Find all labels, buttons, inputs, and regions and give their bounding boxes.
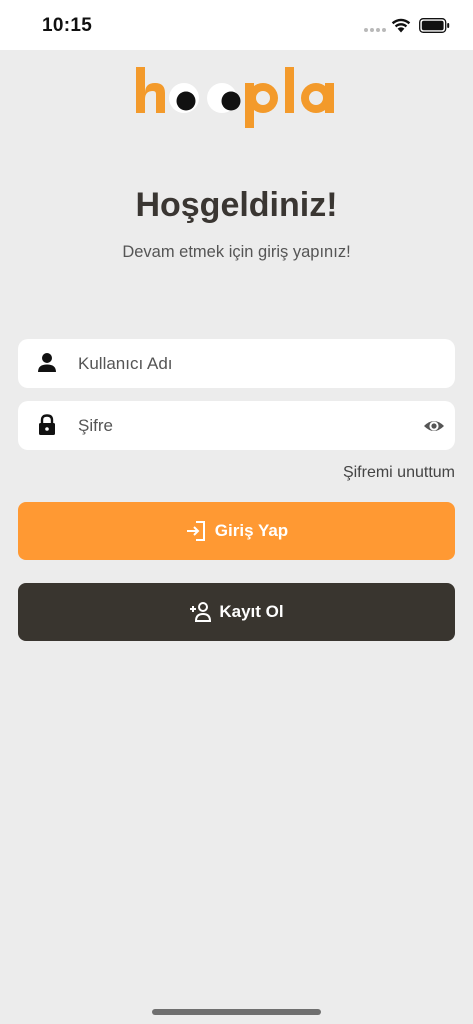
hoopla-logo: hoopla: [136, 67, 334, 128]
register-button-label: Kayıt Ol: [219, 602, 284, 621]
register-button[interactable]: Kayıt Ol: [18, 583, 455, 641]
forgot-password-link[interactable]: Şifremi unuttum: [343, 464, 455, 482]
battery-icon: [419, 18, 450, 33]
status-time: 10:15: [42, 15, 93, 36]
lock-icon: [39, 414, 55, 435]
password-input[interactable]: [78, 401, 418, 450]
welcome-subtitle: Devam etmek için giriş yapınız!: [122, 243, 351, 261]
username-input[interactable]: [78, 339, 418, 388]
cellular-signal-icon: [364, 28, 386, 32]
home-indicator: [152, 1009, 321, 1015]
login-button-label: Giriş Yap: [214, 521, 289, 540]
username-field[interactable]: [18, 339, 455, 388]
add-user-icon: [190, 602, 212, 622]
password-field[interactable]: [18, 401, 455, 450]
login-button[interactable]: Giriş Yap: [18, 502, 455, 560]
show-password-eye-icon[interactable]: [423, 415, 445, 437]
welcome-title: Hoşgeldiniz!: [135, 186, 338, 224]
status-bar: 10:15: [0, 0, 473, 50]
user-icon: [38, 353, 56, 372]
wifi-icon: [391, 18, 411, 33]
login-icon: [186, 521, 205, 541]
